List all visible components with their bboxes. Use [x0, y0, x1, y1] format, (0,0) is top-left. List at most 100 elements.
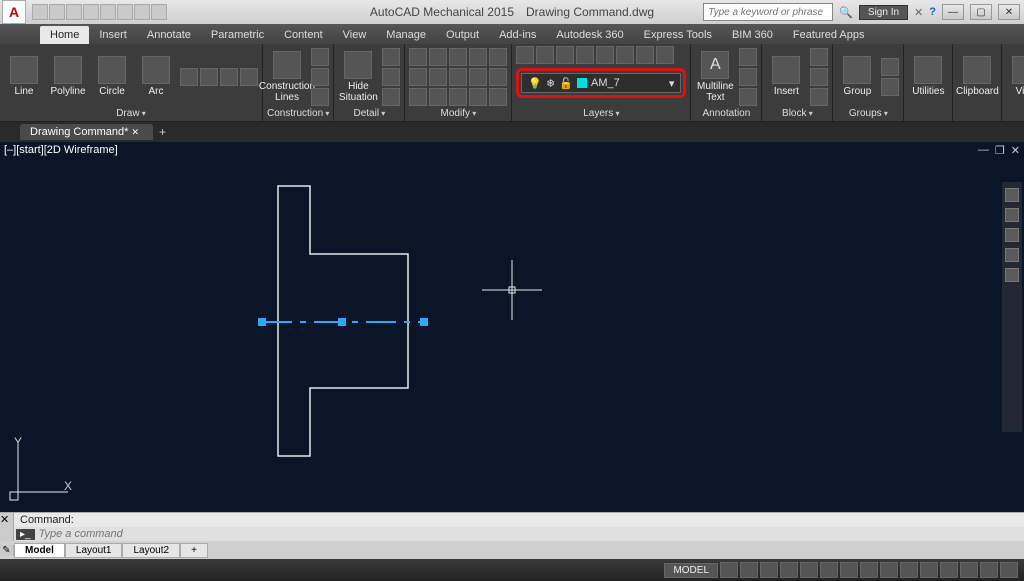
scale-icon[interactable] — [429, 88, 447, 106]
arc-button[interactable]: Arc — [136, 56, 176, 97]
join-icon[interactable] — [489, 88, 507, 106]
qat-undo-icon[interactable] — [117, 4, 133, 20]
layer-tool-icon[interactable] — [656, 46, 674, 64]
qat-saveas-icon[interactable] — [83, 4, 99, 20]
qat-more-icon[interactable] — [151, 4, 167, 20]
offset-icon[interactable] — [469, 88, 487, 106]
xline-icon[interactable] — [311, 48, 329, 66]
circle-button[interactable]: Circle — [92, 56, 132, 97]
layer-tool-icon[interactable] — [596, 46, 614, 64]
trim-icon[interactable] — [449, 48, 467, 66]
layer-tool-icon[interactable] — [636, 46, 654, 64]
rotate-icon[interactable] — [429, 48, 447, 66]
nav-showmotion-icon[interactable] — [1005, 268, 1019, 282]
multiline-text-button[interactable]: AMultiline Text — [695, 51, 735, 103]
polyline-button[interactable]: Polyline — [48, 56, 88, 97]
insert-block-button[interactable]: Insert — [766, 56, 806, 97]
chamfer-icon[interactable] — [469, 68, 487, 86]
layout-tab-model[interactable]: Model — [14, 543, 65, 558]
tab-home[interactable]: Home — [40, 26, 89, 44]
leader-icon[interactable] — [739, 68, 757, 86]
panel-title-layers[interactable]: Layers — [516, 107, 686, 121]
grip-end1[interactable] — [258, 318, 266, 326]
drawing-canvas[interactable]: X Y — [0, 142, 1024, 512]
close-tab-icon[interactable]: ✕ — [132, 127, 140, 137]
tab-output[interactable]: Output — [436, 26, 489, 44]
nav-wheel-icon[interactable] — [1005, 188, 1019, 202]
layer-tool-icon[interactable] — [616, 46, 634, 64]
qat-plot-icon[interactable] — [100, 4, 116, 20]
panel-title-detail[interactable]: Detail — [338, 107, 400, 121]
tab-autodesk360[interactable]: Autodesk 360 — [546, 26, 633, 44]
tab-expresstools[interactable]: Express Tools — [634, 26, 722, 44]
layer-dropdown[interactable]: 💡 ❄ 🔓 AM_7 ▾ — [521, 73, 681, 93]
layer-tool-icon[interactable] — [556, 46, 574, 64]
group-edit-icon[interactable] — [881, 78, 899, 96]
dimension-icon[interactable] — [739, 48, 757, 66]
grip-end2[interactable] — [420, 318, 428, 326]
erase-icon[interactable] — [489, 48, 507, 66]
create-block-icon[interactable] — [810, 48, 828, 66]
nav-orbit-icon[interactable] — [1005, 248, 1019, 262]
layout-tab-add[interactable]: + — [180, 543, 208, 558]
help-search-input[interactable] — [703, 3, 833, 21]
array-icon[interactable] — [449, 88, 467, 106]
layer-tool-icon[interactable] — [516, 46, 534, 64]
mirror-icon[interactable] — [429, 68, 447, 86]
qat-redo-icon[interactable] — [134, 4, 150, 20]
panel-title-construction[interactable]: Construction — [267, 107, 329, 121]
hatch-icon[interactable] — [220, 68, 238, 86]
copy-icon[interactable] — [409, 68, 427, 86]
layer-tool-icon[interactable] — [576, 46, 594, 64]
app-menu-button[interactable]: A — [2, 0, 26, 24]
explode-icon[interactable] — [489, 68, 507, 86]
tab-featuredapps[interactable]: Featured Apps — [783, 26, 875, 44]
ellipse-icon[interactable] — [200, 68, 218, 86]
exchange-icon[interactable]: ✕ — [914, 6, 923, 19]
tab-content[interactable]: Content — [274, 26, 333, 44]
sign-in-button[interactable]: Sign In — [859, 5, 908, 20]
model-space-toggle[interactable]: MODEL — [664, 563, 718, 578]
layout-tab-layout2[interactable]: Layout2 — [122, 543, 180, 558]
layer-tool-icon[interactable] — [536, 46, 554, 64]
panel-title-annotation[interactable]: Annotation — [695, 107, 757, 121]
ungroup-icon[interactable] — [881, 58, 899, 76]
tab-annotate[interactable]: Annotate — [137, 26, 201, 44]
tab-addins[interactable]: Add-ins — [489, 26, 546, 44]
clipboard-button[interactable]: Clipboard — [957, 56, 997, 97]
tab-view[interactable]: View — [333, 26, 377, 44]
move-icon[interactable] — [409, 48, 427, 66]
nav-zoom-icon[interactable] — [1005, 228, 1019, 242]
fillet-icon[interactable] — [449, 68, 467, 86]
stretch-icon[interactable] — [409, 88, 427, 106]
maximize-button[interactable]: ▢ — [970, 4, 992, 20]
cmd-options-icon[interactable]: ✎ — [0, 545, 14, 556]
command-input[interactable] — [39, 528, 1022, 540]
search-icon[interactable]: 🔍 — [839, 6, 853, 19]
tab-insert[interactable]: Insert — [89, 26, 137, 44]
layout-tab-layout1[interactable]: Layout1 — [65, 543, 123, 558]
qat-save-icon[interactable] — [66, 4, 82, 20]
utilities-button[interactable]: Utilities — [908, 56, 948, 97]
rectangle-icon[interactable] — [180, 68, 198, 86]
tab-manage[interactable]: Manage — [376, 26, 436, 44]
group-button[interactable]: Group — [837, 56, 877, 97]
point-icon[interactable] — [311, 88, 329, 106]
new-tab-button[interactable]: + — [159, 125, 166, 139]
qat-open-icon[interactable] — [49, 4, 65, 20]
grip-mid[interactable] — [338, 318, 346, 326]
detail-tool2-icon[interactable] — [382, 68, 400, 86]
close-button[interactable]: ✕ — [998, 4, 1020, 20]
block-attr-icon[interactable] — [810, 88, 828, 106]
panel-title-modify[interactable]: Modify — [409, 107, 507, 121]
cmd-close-icon[interactable]: ✕ — [0, 513, 14, 541]
panel-title-block[interactable]: Block — [766, 107, 828, 121]
tab-parametric[interactable]: Parametric — [201, 26, 274, 44]
edit-block-icon[interactable] — [810, 68, 828, 86]
drawing-viewport[interactable]: [–][start][2D Wireframe] — ❐ ✕ X Y — [0, 142, 1024, 512]
spline-icon[interactable] — [240, 68, 258, 86]
extend-icon[interactable] — [469, 48, 487, 66]
view-button[interactable]: View — [1006, 56, 1024, 97]
table-icon[interactable] — [739, 88, 757, 106]
detail-tool3-icon[interactable] — [382, 88, 400, 106]
